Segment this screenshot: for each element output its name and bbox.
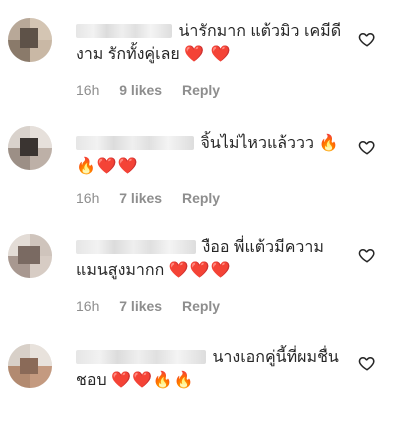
comment-emoji: ❤️ ❤️	[184, 46, 232, 63]
username-blurred[interactable]	[76, 136, 194, 150]
comment-item: งืออ พี่แต้วมีความแมนสูงมากก ❤️❤️❤️ 16h …	[0, 218, 406, 318]
reply-button[interactable]: Reply	[182, 190, 220, 206]
comment-likes[interactable]: 7 likes	[119, 190, 162, 206]
comment-meta: 16h 9 likes Reply	[76, 82, 236, 98]
comment-body: นางเอกคู่นี้ที่ผมชื่นชอบ ❤️❤️🔥🔥	[76, 346, 348, 392]
reply-button[interactable]: Reply	[182, 298, 220, 314]
comment-likes[interactable]: 9 likes	[119, 82, 162, 98]
comment-time[interactable]: 16h	[76, 298, 99, 314]
comment-item: จิ้นไม่ไหวแล้ววว 🔥🔥❤️❤️ 16h 7 likes Repl…	[0, 108, 406, 208]
reply-button[interactable]: Reply	[182, 82, 220, 98]
username-blurred[interactable]	[76, 350, 206, 364]
avatar[interactable]	[8, 344, 52, 388]
username-blurred[interactable]	[76, 24, 172, 38]
comment-emoji: ❤️❤️🔥🔥	[111, 372, 195, 389]
heart-outline-icon[interactable]	[358, 246, 376, 264]
comment-meta: 16h 7 likes Reply	[76, 190, 236, 206]
comment-item: นางเอกคู่นี้ที่ผมชื่นชอบ ❤️❤️🔥🔥	[0, 326, 406, 426]
comment-body: น่ารักมาก แต้วมิว เคมีดีงาม รักทั้งคู่เล…	[76, 20, 348, 66]
comment-time[interactable]: 16h	[76, 190, 99, 206]
comment-likes[interactable]: 7 likes	[119, 298, 162, 314]
avatar[interactable]	[8, 234, 52, 278]
comment-item: น่ารักมาก แต้วมิว เคมีดีงาม รักทั้งคู่เล…	[0, 0, 406, 100]
username-blurred[interactable]	[76, 240, 196, 254]
heart-outline-icon[interactable]	[358, 30, 376, 48]
avatar[interactable]	[8, 18, 52, 62]
heart-outline-icon[interactable]	[358, 354, 376, 372]
comment-body: งืออ พี่แต้วมีความแมนสูงมากก ❤️❤️❤️	[76, 236, 348, 282]
avatar[interactable]	[8, 126, 52, 170]
comment-meta: 16h 7 likes Reply	[76, 298, 236, 314]
heart-outline-icon[interactable]	[358, 138, 376, 156]
comment-time[interactable]: 16h	[76, 82, 99, 98]
comment-body: จิ้นไม่ไหวแล้ววว 🔥🔥❤️❤️	[76, 132, 348, 178]
comment-text: จิ้นไม่ไหวแล้ววว	[200, 135, 315, 152]
comment-emoji: ❤️❤️❤️	[168, 262, 232, 279]
